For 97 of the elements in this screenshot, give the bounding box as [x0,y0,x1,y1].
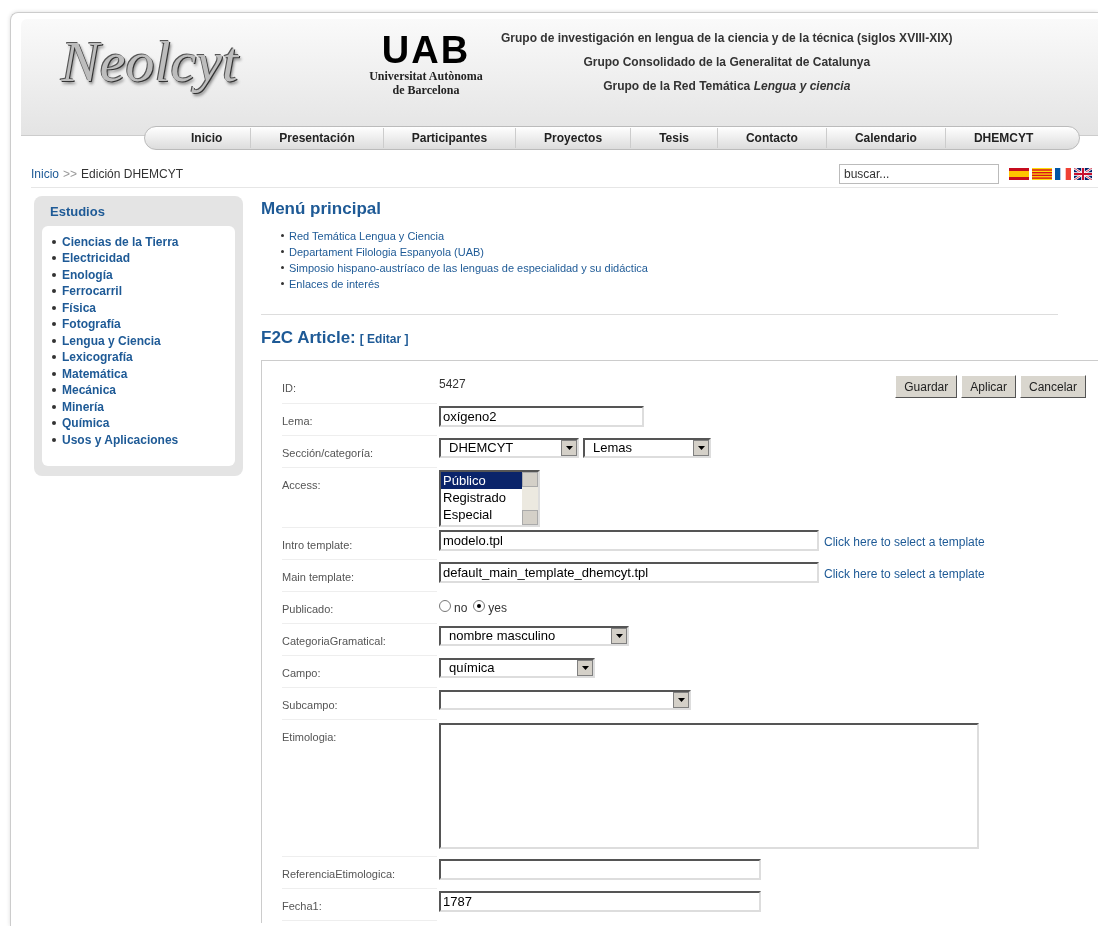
field-label: Access: [282,479,321,491]
group-description: Grupo de la Red Temática Lengua y ciencia [603,78,851,95]
group-description: Grupo de investigación en lengua de la ciencia y de la técnica (siglos XVIII-XIX) [501,30,953,47]
breadcrumb-current: Edición DHEMCYT [81,165,184,183]
field-label: Fecha1: [282,900,322,912]
bullet-icon [52,404,56,409]
field-label: ID: [282,382,297,394]
sidebar-link[interactable]: Ciencias de la Tierra [62,233,179,250]
bullet-icon [52,437,56,442]
bullet-icon [52,256,56,261]
field-label: Lema: [282,415,313,427]
select-template-link[interactable]: Click here to select a template [824,532,985,551]
bullet-icon [281,282,284,285]
nav-link[interactable]: DHEMCYT [944,128,1062,148]
bullet-icon [52,239,56,244]
select-template-link[interactable]: Click here to select a template [824,564,985,583]
menu-link[interactable]: Red Temática Lengua y Ciencia [289,227,445,244]
flag-icon[interactable] [1009,167,1029,180]
form-button[interactable]: Guardar [895,375,958,398]
select-field[interactable]: nombre masculino [439,626,629,646]
breadcrumb-separator: >> [63,165,78,183]
field-label: Etimologia: [282,731,337,743]
bullet-icon [52,338,56,343]
access-listbox[interactable]: Público Registrado Especial [439,470,540,527]
edit-link[interactable]: [ Editar ] [359,329,409,348]
radio-button[interactable] [473,600,486,612]
sidebar-link[interactable]: Electricidad [62,250,131,267]
input-field[interactable] [439,859,761,880]
flag-icon[interactable] [1074,167,1092,180]
bullet-icon [281,250,284,253]
radio-button[interactable] [439,600,451,612]
sidebar-link[interactable]: Mecánica [62,382,117,399]
flag-icon[interactable] [1055,167,1071,180]
breadcrumb-link[interactable]: Inicio [31,164,59,183]
group-description: Grupo Consolidado de la Generalitat de Catalunya [583,54,871,71]
listbox-option[interactable]: Público [441,472,522,489]
bullet-icon [281,234,284,237]
sidebar-link[interactable]: Física [62,299,97,316]
bullet-icon [52,421,56,426]
bullet-icon [52,272,56,277]
input-field[interactable]: default_main_template_dhemcyt.tpl [439,562,819,583]
bullet-icon [52,388,56,393]
menu-link[interactable]: Enlaces de interés [289,275,380,292]
bullet-icon [52,371,56,376]
select-field[interactable]: Lemas [583,438,711,458]
sidebar-link[interactable]: Minería [62,398,104,415]
listbox-option[interactable]: Especial [441,506,522,523]
nav-link[interactable]: Proyectos [515,128,631,148]
university-name: Universitat Autònoma [369,69,483,83]
bullet-icon [52,289,56,294]
sidebar-link[interactable]: Química [62,415,110,432]
bullet-icon [281,266,284,269]
select-field[interactable] [439,690,691,710]
field-label: Main template: [282,571,355,583]
radio-label: no [454,600,468,617]
input-field[interactable]: 1787 [439,891,761,912]
nav-link[interactable]: Inicio [163,128,251,148]
bullet-icon [52,305,56,310]
input-field[interactable]: modelo.tpl [439,530,819,551]
nav-link[interactable]: Presentación [250,128,383,148]
select-field[interactable]: química [439,658,595,678]
sidebar-link[interactable]: Lengua y Ciencia [62,332,161,349]
nav-link[interactable]: Calendario [825,128,945,148]
radio-label: yes [488,600,508,617]
menu-link[interactable]: Simposio hispano-austríaco de las lenguas de especialidad y su didáctica [289,259,648,276]
nav-link[interactable]: Tesis [630,128,717,148]
scrollbar[interactable] [522,472,538,525]
sidebar-title: Estudios [50,203,106,221]
listbox-option[interactable]: Registrado [441,489,522,506]
field-label: Publicado: [282,603,334,615]
sidebar-link[interactable]: Usos y Aplicaciones [62,431,179,448]
sidebar-link[interactable]: Ferrocarril [62,283,123,300]
field-label: ReferenciaEtimologica: [282,868,396,880]
search-field[interactable]: buscar... [839,163,999,184]
field-label: Campo: [282,667,321,679]
field-label: CategoriaGramatical: [282,635,386,647]
id-value: 5427 [439,376,466,393]
field-label: Subcampo: [282,699,338,711]
bullet-icon [52,322,56,327]
field-label: Intro template: [282,539,353,551]
select-field[interactable]: DHEMCYT [439,438,579,458]
form-button[interactable]: Cancelar [1019,375,1086,398]
article-title: F2C Article: [261,326,356,349]
bullet-icon [52,355,56,360]
sidebar-link[interactable]: Matemática [62,365,128,382]
nav-link[interactable]: Participantes [382,128,516,148]
input-field[interactable]: oxígeno2 [439,406,644,427]
nav-link[interactable]: Contacto [716,128,826,148]
sidebar-link[interactable]: Fotografía [62,316,121,333]
form-button[interactable]: Aplicar [961,375,1016,398]
menu-link[interactable]: Departament Filologia Espanyola (UAB) [289,243,485,260]
sidebar-link[interactable]: Enología [62,266,113,283]
field-label: Sección/categoría: [282,447,374,459]
university-name: de Barcelona [392,83,460,97]
sidebar-link[interactable]: Lexicografía [62,349,133,366]
university-logo[interactable]: UAB [381,31,471,69]
section-heading: Menú principal [261,198,382,220]
